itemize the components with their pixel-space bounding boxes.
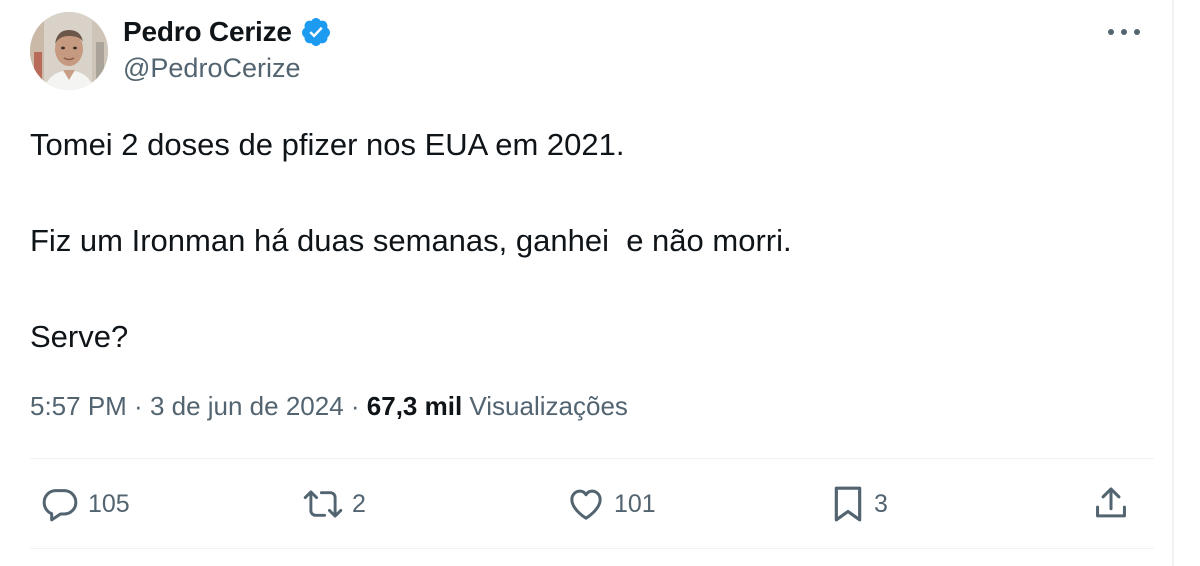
reply-icon — [42, 489, 78, 522]
author-handle[interactable]: @PedroCerize — [123, 53, 300, 84]
views-label: Visualizações — [462, 390, 628, 421]
author-name-row[interactable]: Pedro Cerize — [123, 14, 332, 50]
verified-badge-icon — [301, 18, 330, 46]
repost-icon — [303, 490, 343, 518]
share-button[interactable] — [1092, 484, 1130, 524]
repost-button[interactable]: 2 — [302, 484, 366, 524]
like-icon — [570, 489, 602, 520]
tweet-text: Tomei 2 doses de pfizer nos EUA em 2021.… — [30, 127, 792, 354]
tweet-meta: 5:57 PM · 3 de jun de 2024 · 67,3 mil Vi… — [30, 388, 628, 424]
meta-separator-2: · — [343, 390, 367, 421]
author-name[interactable]: Pedro Cerize — [123, 16, 292, 48]
reply-count: 105 — [88, 489, 130, 518]
tweet-time[interactable]: 5:57 PM — [30, 391, 127, 422]
more-icon — [1108, 29, 1140, 35]
reply-button[interactable]: 105 — [40, 484, 130, 524]
tweet-detail: Pedro Cerize @PedroCerize Tomei 2 doses … — [0, 0, 1200, 566]
views-count: 67,3 mil — [366, 390, 463, 421]
divider-top — [30, 458, 1154, 459]
like-button[interactable]: 101 — [566, 484, 656, 524]
bookmark-count: 3 — [874, 489, 888, 518]
divider-bottom — [30, 548, 1154, 549]
bookmark-button[interactable]: 3 — [830, 484, 888, 524]
share-icon — [1096, 487, 1126, 518]
tweet-date[interactable]: 3 de jun de 2024 — [150, 391, 344, 422]
more-button[interactable] — [1104, 20, 1144, 44]
avatar-image — [30, 12, 108, 90]
meta-separator: · — [126, 390, 150, 421]
repost-count: 2 — [352, 489, 366, 518]
column-border — [1172, 0, 1174, 566]
like-count: 101 — [614, 489, 656, 518]
bookmark-icon — [834, 486, 862, 522]
avatar[interactable] — [30, 12, 108, 90]
